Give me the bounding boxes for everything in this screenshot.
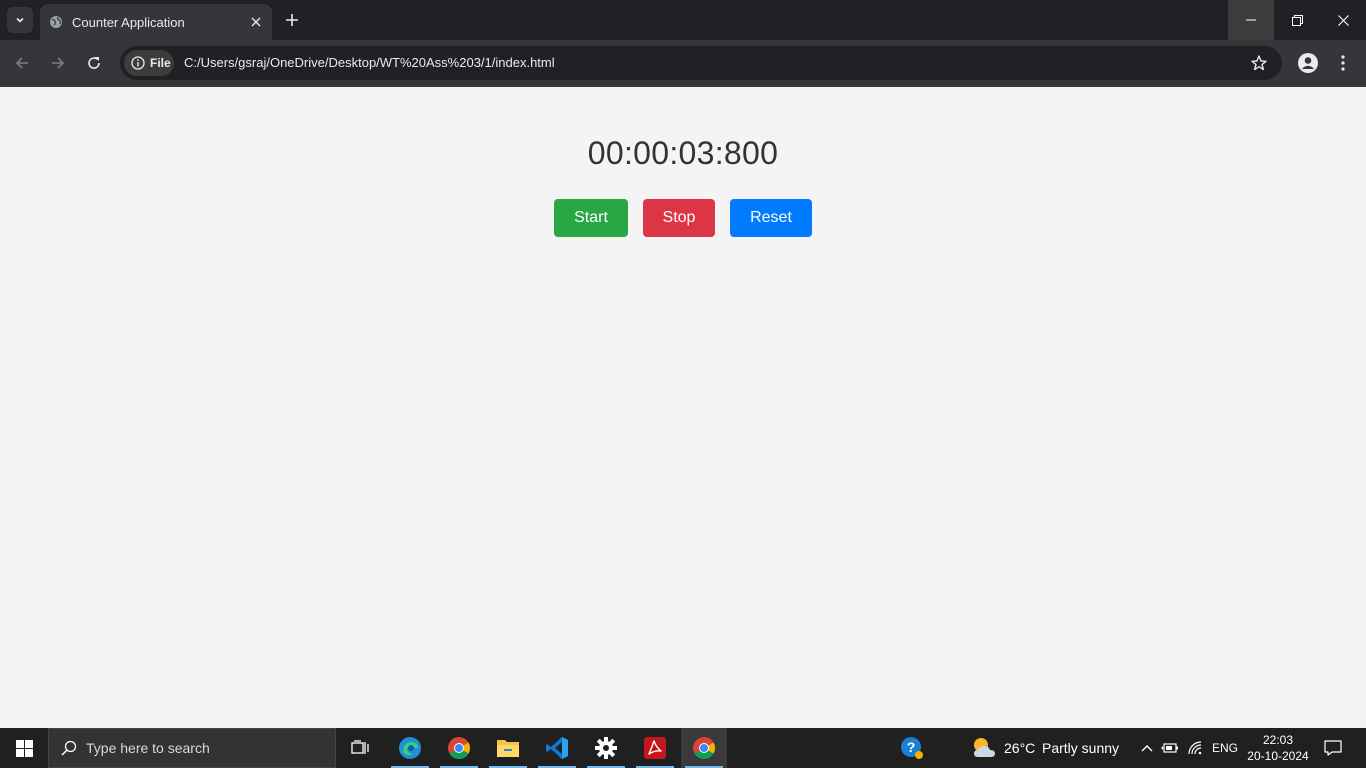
gear-icon xyxy=(595,737,617,759)
tab-title: Counter Application xyxy=(72,14,185,30)
plus-icon xyxy=(285,13,299,27)
site-chip-label: File xyxy=(150,56,171,70)
partly-sunny-icon xyxy=(970,736,998,760)
profile-button[interactable] xyxy=(1296,51,1320,75)
site-info-chip[interactable]: File xyxy=(124,50,174,76)
show-hidden-icons-button[interactable] xyxy=(1137,738,1157,758)
bookmark-star-icon[interactable] xyxy=(1250,54,1268,72)
taskbar-vscode[interactable] xyxy=(534,728,580,768)
browser-tab[interactable]: Counter Application xyxy=(40,4,272,40)
task-view-icon xyxy=(351,740,369,756)
chevron-up-icon xyxy=(1141,744,1153,752)
start-button[interactable]: Start xyxy=(554,199,628,237)
browser-tab-strip: Counter Application xyxy=(0,0,1366,40)
taskbar-search-box[interactable]: Type here to search xyxy=(48,728,336,768)
windows-logo-icon xyxy=(15,739,33,757)
language-indicator[interactable]: ENG xyxy=(1212,741,1238,755)
reload-button[interactable] xyxy=(79,48,109,78)
restore-icon xyxy=(1291,14,1303,26)
minimize-icon xyxy=(1246,15,1256,25)
search-icon xyxy=(61,740,77,756)
chevron-down-icon xyxy=(15,15,25,25)
taskbar-edge[interactable] xyxy=(387,728,433,768)
clock-date: 20-10-2024 xyxy=(1247,749,1309,763)
acrobat-icon xyxy=(643,736,667,760)
wifi-icon xyxy=(1188,741,1204,755)
taskbar: Type here to search ? 26°C Partly sunny … xyxy=(0,728,1366,768)
chrome-icon xyxy=(692,736,716,760)
weather-temperature: 26°C xyxy=(1004,740,1036,756)
start-menu-button[interactable] xyxy=(0,728,48,768)
reset-button[interactable]: Reset xyxy=(730,199,812,237)
close-icon xyxy=(1337,14,1349,26)
person-icon xyxy=(1297,52,1319,74)
taskbar-chrome-active[interactable] xyxy=(681,728,727,768)
notification-center-button[interactable] xyxy=(1318,736,1348,760)
taskbar-settings[interactable] xyxy=(583,728,629,768)
taskbar-file-explorer[interactable] xyxy=(485,728,531,768)
arrow-right-icon xyxy=(50,55,66,71)
clock-time: 22:03 xyxy=(1262,733,1294,747)
taskbar-chrome[interactable] xyxy=(436,728,482,768)
notification-icon xyxy=(1324,740,1342,756)
close-tab-icon[interactable] xyxy=(246,12,266,32)
help-button[interactable]: ? xyxy=(900,736,924,760)
battery-button[interactable] xyxy=(1160,738,1180,758)
address-bar[interactable]: File C:/Users/gsraj/OneDrive/Desktop/WT%… xyxy=(120,46,1282,80)
weather-description: Partly sunny xyxy=(1042,740,1120,756)
browser-toolbar: File C:/Users/gsraj/OneDrive/Desktop/WT%… xyxy=(0,40,1366,87)
url-text[interactable]: C:/Users/gsraj/OneDrive/Desktop/WT%20Ass… xyxy=(184,55,555,70)
stop-button[interactable]: Stop xyxy=(643,199,715,237)
battery-charging-icon xyxy=(1161,742,1179,754)
reload-icon xyxy=(86,55,102,71)
timer-display: 00:00:03:800 xyxy=(587,135,779,171)
tab-search-button[interactable] xyxy=(7,7,33,33)
browser-menu-button[interactable] xyxy=(1336,52,1350,74)
weather-button[interactable] xyxy=(970,736,998,760)
back-button[interactable] xyxy=(7,48,37,78)
window-close-button[interactable] xyxy=(1320,0,1366,40)
more-vertical-icon xyxy=(1341,55,1345,71)
search-placeholder: Type here to search xyxy=(86,740,210,756)
svg-text:?: ? xyxy=(907,739,916,755)
folder-icon xyxy=(496,737,520,759)
new-tab-button[interactable] xyxy=(280,8,304,32)
restore-button[interactable] xyxy=(1274,0,1320,40)
minimize-button[interactable] xyxy=(1228,0,1274,40)
task-view-button[interactable] xyxy=(337,728,383,768)
network-button[interactable] xyxy=(1186,738,1206,758)
help-icon: ? xyxy=(900,736,924,760)
edge-icon xyxy=(398,736,422,760)
taskbar-clock[interactable]: 22:03 20-10-2024 xyxy=(1240,732,1316,764)
arrow-left-icon xyxy=(14,55,30,71)
taskbar-acrobat[interactable] xyxy=(632,728,678,768)
globe-icon xyxy=(49,15,63,29)
page-content: 00:00:03:800 Start Stop Reset xyxy=(0,87,1366,728)
info-icon xyxy=(131,56,145,70)
vscode-icon xyxy=(545,736,569,760)
chrome-icon xyxy=(447,736,471,760)
forward-button[interactable] xyxy=(43,48,73,78)
